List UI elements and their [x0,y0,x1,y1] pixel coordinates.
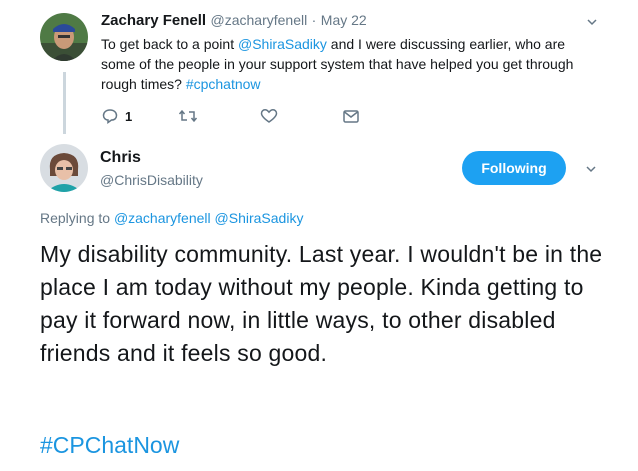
chevron-down-icon[interactable] [585,162,597,180]
replying-to-label: Replying to [40,210,111,226]
hashtag-link[interactable]: #cpchatnow [186,76,261,92]
main-author-handle[interactable]: @ChrisDisability [100,172,203,188]
thread-connector-line [63,72,66,134]
reply-count: 1 [125,108,133,124]
replying-to-line: Replying to @zacharyfenell @ShiraSadiky [40,210,303,226]
parent-author-name[interactable]: Zachary Fenell [101,12,206,29]
parent-author-handle[interactable]: @zacharyfenell [211,12,308,28]
parent-tweet-header: Zachary Fenell @zacharyfenell · May 22 [101,12,367,30]
parent-tweet-text: To get back to a point @ShiraSadiky and … [101,34,601,94]
separator-dot: · [311,12,317,28]
like-icon [260,107,278,125]
main-author[interactable]: Chris @ChrisDisability [100,149,203,188]
main-author-name[interactable]: Chris [100,149,203,167]
parent-avatar-image [40,13,88,61]
direct-message-button[interactable] [342,107,360,125]
reply-button[interactable]: 1 [101,107,132,125]
following-button[interactable]: Following [462,151,566,185]
main-hashtag-link[interactable]: #CPChatNow [40,432,179,459]
parent-avatar[interactable] [40,13,88,61]
main-tweet-text: My disability community. Last year. I wo… [40,241,603,366]
retweet-button[interactable] [178,107,198,125]
mention-link[interactable]: @ShiraSadiky [238,36,327,52]
retweet-icon [178,107,198,125]
replying-to-user[interactable]: @ShiraSadiky [215,210,304,226]
parent-text-part: To get back to a point [101,36,238,52]
reply-icon [101,107,119,125]
direct-message-icon [342,107,360,125]
main-avatar-image [40,144,88,192]
like-button[interactable] [260,107,278,125]
parent-tweet-date[interactable]: May 22 [321,12,367,28]
replying-to-user[interactable]: @zacharyfenell [114,210,211,226]
main-avatar[interactable] [40,144,88,192]
chevron-down-icon[interactable] [586,15,598,33]
